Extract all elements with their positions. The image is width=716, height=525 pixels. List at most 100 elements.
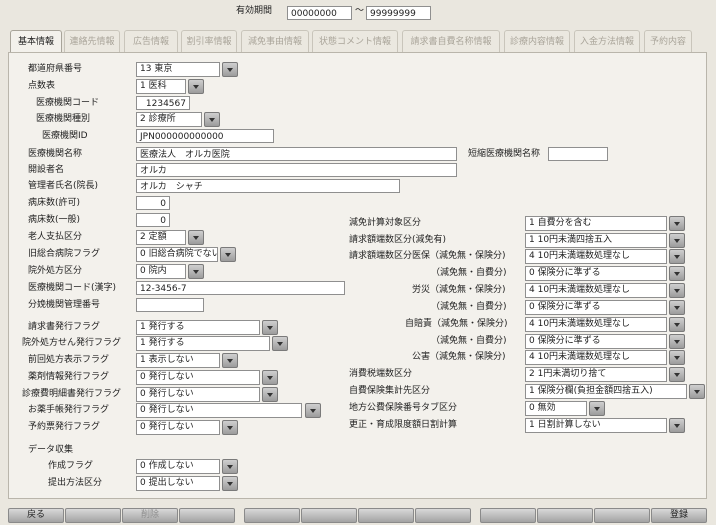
pref-dropdown-icon[interactable] bbox=[222, 62, 238, 77]
prev-rx-flag-select[interactable]: 1 表示しない bbox=[136, 353, 220, 368]
footer-button-10[interactable] bbox=[537, 508, 593, 523]
score-table-dropdown-icon[interactable] bbox=[188, 79, 204, 94]
tab-basic-info[interactable]: 基本情報 bbox=[10, 30, 62, 52]
outpatient-rx-select[interactable]: 0 院内 bbox=[136, 264, 186, 279]
old-general-hospital-select[interactable]: 0 旧総合病院でない bbox=[136, 247, 218, 262]
right-row-select[interactable]: 1 日割計算しない bbox=[525, 418, 667, 433]
founder-input[interactable]: オルカ bbox=[136, 163, 457, 177]
right-row-dropdown-icon[interactable] bbox=[669, 317, 685, 332]
rx-flag-select[interactable]: 1 発行する bbox=[136, 336, 270, 351]
right-row-dropdown-icon[interactable] bbox=[669, 300, 685, 315]
create-flag-dropdown-icon[interactable] bbox=[222, 459, 238, 474]
validity-period-label: 有効期間 bbox=[236, 6, 273, 16]
drug-info-flag-dropdown-icon[interactable] bbox=[262, 370, 278, 385]
manager-input[interactable]: オルカ シャチ bbox=[136, 179, 400, 193]
footer-button-9[interactable] bbox=[480, 508, 536, 523]
pref-select[interactable]: 13 東京 bbox=[136, 62, 220, 77]
prev-rx-flag-label: 前回処方表示フラグ bbox=[28, 355, 110, 365]
footer-button-2[interactable] bbox=[65, 508, 121, 523]
right-row-dropdown-icon[interactable] bbox=[669, 367, 685, 382]
kanji-code-label: 医療機関コード(漢字) bbox=[28, 283, 117, 293]
rx-flag-dropdown-icon[interactable] bbox=[272, 336, 288, 351]
tab-appointment-content[interactable]: 予約内容 bbox=[644, 30, 692, 52]
invoice-flag-dropdown-icon[interactable] bbox=[262, 320, 278, 335]
right-row-dropdown-icon[interactable] bbox=[669, 418, 685, 433]
right-row-select[interactable]: 0 保険分に準ずる bbox=[525, 266, 667, 281]
notebook-flag-dropdown-icon[interactable] bbox=[305, 403, 321, 418]
detail-flag-dropdown-icon[interactable] bbox=[262, 387, 278, 402]
score-table-select[interactable]: 1 医科 bbox=[136, 79, 186, 94]
validity-to-input[interactable]: 99999999 bbox=[366, 6, 431, 20]
right-row-dropdown-icon[interactable] bbox=[669, 266, 685, 281]
right-row-select[interactable]: 4 10円未満端数処理なし bbox=[525, 283, 667, 298]
tab-invoice-self-pay-name[interactable]: 請求書自費名称情報 bbox=[402, 30, 500, 52]
footer-button-4[interactable] bbox=[179, 508, 235, 523]
tab-payment-method[interactable]: 入金方法情報 bbox=[574, 30, 640, 52]
create-flag-select[interactable]: 0 作成しない bbox=[136, 459, 220, 474]
footer-button-11[interactable] bbox=[594, 508, 650, 523]
old-general-hospital-dropdown-icon[interactable] bbox=[220, 247, 236, 262]
footer-button-7[interactable] bbox=[358, 508, 414, 523]
tab-contact-info[interactable]: 連絡先情報 bbox=[64, 30, 120, 52]
prev-rx-flag-dropdown-icon[interactable] bbox=[222, 353, 238, 368]
right-row-select[interactable]: 1 自費分を含む bbox=[525, 216, 667, 231]
appointment-slip-select[interactable]: 0 発行しない bbox=[136, 420, 220, 435]
inst-code-label: 医療機関コード bbox=[36, 98, 100, 108]
footer-button-8[interactable] bbox=[415, 508, 471, 523]
right-row-dropdown-icon[interactable] bbox=[669, 334, 685, 349]
inst-name-input[interactable]: 医療法人 オルカ医院 bbox=[136, 147, 457, 161]
detail-flag-select[interactable]: 0 発行しない bbox=[136, 387, 260, 402]
inst-code-input[interactable]: 1234567 bbox=[136, 96, 190, 110]
right-row-select[interactable]: 1 保険分欄(負担金額四捨五入) bbox=[525, 384, 687, 399]
right-row-select[interactable]: 4 10円未満端数処理なし bbox=[525, 350, 667, 365]
right-row-select[interactable]: 0 保険分に準ずる bbox=[525, 334, 667, 349]
tab-treatment-content[interactable]: 診療内容情報 bbox=[504, 30, 570, 52]
appointment-slip-label: 予約票発行フラグ bbox=[28, 422, 101, 432]
right-row-select[interactable]: 4 10円未満端数処理なし bbox=[525, 317, 667, 332]
short-name-input[interactable] bbox=[548, 147, 608, 161]
right-row-dropdown-icon[interactable] bbox=[669, 216, 685, 231]
drug-info-flag-select[interactable]: 0 発行しない bbox=[136, 370, 260, 385]
invoice-flag-select[interactable]: 1 発行する bbox=[136, 320, 260, 335]
right-row-dropdown-icon[interactable] bbox=[589, 401, 605, 416]
validity-from-input[interactable]: 00000000 bbox=[287, 6, 352, 20]
submit-method-dropdown-icon[interactable] bbox=[222, 476, 238, 491]
right-row-select[interactable]: 0 無効 bbox=[525, 401, 587, 416]
tab-discount-info[interactable]: 割引率情報 bbox=[181, 30, 237, 52]
inst-id-input[interactable]: JPN000000000000 bbox=[136, 129, 274, 143]
branch-mgmt-input[interactable] bbox=[136, 298, 204, 312]
drug-info-flag-label: 薬剤情報発行フラグ bbox=[28, 372, 110, 382]
right-row-select[interactable]: 1 10円未満四捨五入 bbox=[525, 233, 667, 248]
inst-type-dropdown-icon[interactable] bbox=[204, 112, 220, 127]
right-row-dropdown-icon[interactable] bbox=[689, 384, 705, 399]
inst-type-select[interactable]: 2 診療所 bbox=[136, 112, 202, 127]
tab-ad-info[interactable]: 広告情報 bbox=[124, 30, 178, 52]
delete-button[interactable]: 削除 bbox=[122, 508, 178, 523]
beds-general-label: 病床数(一般) bbox=[28, 215, 81, 225]
right-row-dropdown-icon[interactable] bbox=[669, 350, 685, 365]
outpatient-rx-dropdown-icon[interactable] bbox=[188, 264, 204, 279]
elderly-payment-select[interactable]: 2 定額 bbox=[136, 230, 186, 245]
outpatient-rx-label: 院外処方区分 bbox=[28, 266, 83, 276]
right-row-select[interactable]: 2 1円未満切り捨て bbox=[525, 367, 667, 382]
right-row-dropdown-icon[interactable] bbox=[669, 283, 685, 298]
register-button[interactable]: 登録 bbox=[651, 508, 707, 523]
right-row-dropdown-icon[interactable] bbox=[669, 233, 685, 248]
appointment-slip-dropdown-icon[interactable] bbox=[222, 420, 238, 435]
beds-permit-input[interactable]: 0 bbox=[136, 196, 170, 210]
elderly-payment-dropdown-icon[interactable] bbox=[188, 230, 204, 245]
beds-general-input[interactable]: 0 bbox=[136, 213, 170, 227]
kanji-code-input[interactable]: 12-3456-7 bbox=[136, 281, 345, 295]
right-row-dropdown-icon[interactable] bbox=[669, 249, 685, 264]
back-button[interactable]: 戻る bbox=[8, 508, 64, 523]
right-row-label: 消費税端数区分 bbox=[349, 369, 413, 379]
rx-flag-label: 院外処方せん発行フラグ bbox=[22, 338, 122, 348]
submit-method-select[interactable]: 0 提出しない bbox=[136, 476, 220, 491]
right-row-select[interactable]: 4 10円未満端数処理なし bbox=[525, 249, 667, 264]
notebook-flag-select[interactable]: 0 発行しない bbox=[136, 403, 302, 418]
right-row-select[interactable]: 0 保険分に準ずる bbox=[525, 300, 667, 315]
tab-reduction-reason[interactable]: 減免事由情報 bbox=[241, 30, 309, 52]
footer-button-5[interactable] bbox=[244, 508, 300, 523]
footer-button-6[interactable] bbox=[301, 508, 357, 523]
tab-status-comment[interactable]: 状態コメント情報 bbox=[312, 30, 398, 52]
